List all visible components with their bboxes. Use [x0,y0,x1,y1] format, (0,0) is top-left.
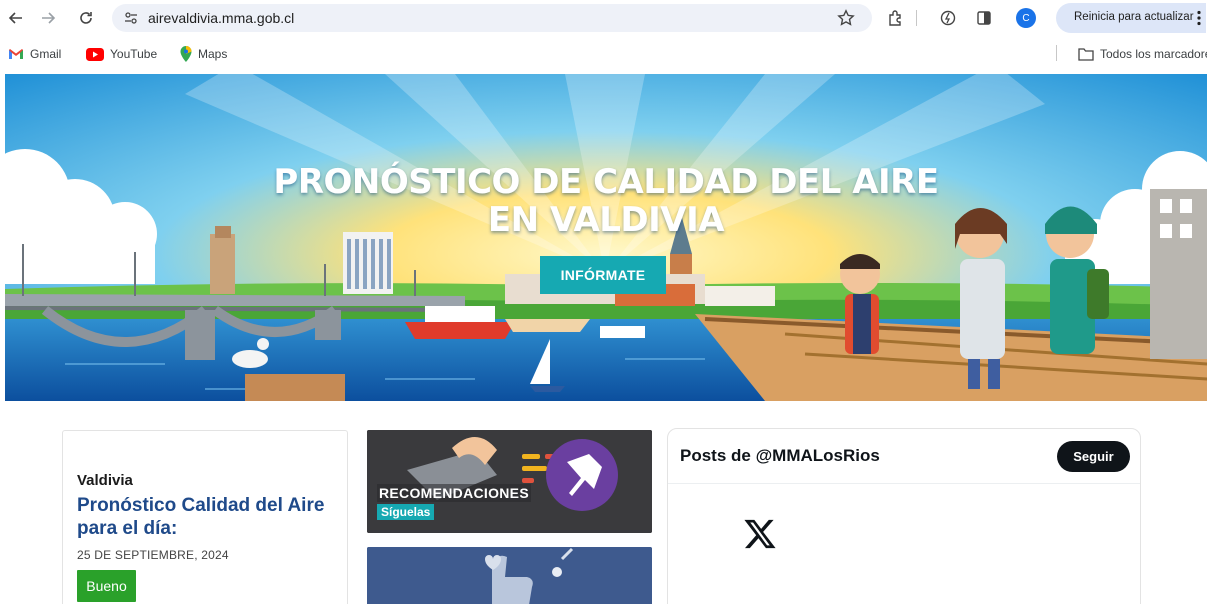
back-arrow-icon[interactable] [6,8,26,28]
bookmark-gmail[interactable]: Gmail [8,46,61,62]
site-info-icon[interactable] [122,9,140,27]
hero-title-line2: EN VALDIVIA [487,200,725,240]
update-button[interactable]: Reinicia para actualizar [1056,3,1206,33]
recomendaciones-subtitle: Síguelas [377,504,435,520]
bookmarks-divider [1056,45,1057,61]
bookmark-maps[interactable]: Maps [180,46,227,62]
recomendaciones-tile[interactable]: RECOMENDACIONES Síguelas [367,430,652,533]
bookmarks-bar: Gmail YouTube Maps Todos los marcadores [0,40,1207,68]
performance-icon[interactable] [938,8,958,28]
x-logo-icon [744,519,776,549]
star-icon[interactable] [836,8,856,28]
twitter-embed: Posts de @MMALosRios Seguir [667,428,1141,604]
address-bar[interactable]: airevaldivia.mma.gob.cl [112,4,872,32]
twitter-divider [668,483,1140,484]
profile-avatar[interactable]: C [1016,8,1036,28]
update-label: Reinicia para actualizar [1074,11,1194,23]
forward-arrow-icon[interactable] [38,8,58,28]
all-bookmarks-label: Todos los marcadores [1100,47,1207,61]
hero-title: PRONÓSTICO DE CALIDAD DEL AIRE EN VALDIV… [5,163,1207,239]
all-bookmarks-button[interactable]: Todos los marcadores [1078,46,1207,62]
twitter-title: Posts de @MMALosRios [680,446,880,465]
forecast-card: Valdivia Pronóstico Calidad del Aire par… [62,430,348,604]
bookmark-label: Gmail [30,47,62,61]
second-promo-tile[interactable] [367,547,652,604]
hero-banner: PRONÓSTICO DE CALIDAD DEL AIRE EN VALDIV… [5,74,1207,401]
thumbs-up-illustration [367,547,652,604]
folder-icon [1078,47,1094,61]
hero-title-line1: PRONÓSTICO DE CALIDAD DEL AIRE [273,162,939,202]
air-quality-status-badge: Bueno [77,570,136,602]
gmail-icon [9,49,23,59]
toolbar-divider [916,10,917,26]
youtube-icon [86,47,104,61]
kebab-menu-icon[interactable] [1196,10,1202,26]
reload-icon[interactable] [76,8,96,28]
forecast-date: 25 DE SEPTIEMBRE, 2024 [77,548,229,562]
bookmark-label: YouTube [110,47,158,61]
forecast-city: Valdivia [77,472,133,489]
extensions-icon[interactable] [886,8,906,28]
bookmark-youtube[interactable]: YouTube [86,46,157,62]
side-panel-icon[interactable] [974,8,994,28]
follow-button[interactable]: Seguir [1057,441,1130,472]
browser-toolbar: airevaldivia.mma.gob.cl C Reinicia para … [0,0,1207,36]
bookmark-label: Maps [198,47,228,61]
forecast-heading: Pronóstico Calidad del Aire para el día: [77,495,325,539]
recomendaciones-title: RECOMENDACIONES [377,484,531,502]
informate-button[interactable]: INFÓRMATE [540,256,666,294]
maps-icon [180,46,192,62]
url-text: airevaldivia.mma.gob.cl [148,10,295,26]
